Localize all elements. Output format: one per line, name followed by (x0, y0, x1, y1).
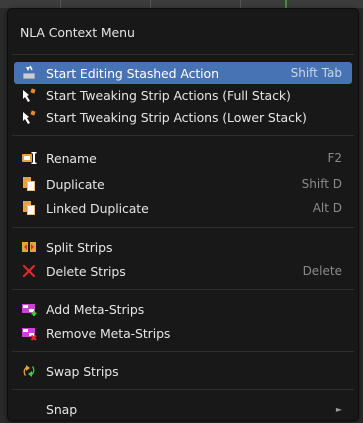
menu-item-label: Delete Strips (46, 263, 126, 279)
menu-item-remove-meta-strips[interactable]: Remove Meta-Strips (14, 322, 352, 344)
editor-background-strip (0, 0, 363, 8)
duplicate-icon (21, 200, 37, 216)
menu-item-start-editing-stashed-action[interactable]: Start Editing Stashed Action Shift Tab (14, 62, 352, 84)
menu-item-label: Swap Strips (46, 363, 119, 379)
menu-item-label: Add Meta-Strips (46, 301, 145, 317)
menu-item-duplicate[interactable]: Duplicate Shift D (14, 173, 352, 195)
menu-item-label: Linked Duplicate (46, 200, 149, 216)
menu-item-label: Start Tweaking Strip Actions (Lower Stac… (46, 109, 307, 125)
stashed-action-icon (21, 65, 37, 81)
menu-item-label: Snap (46, 401, 78, 417)
add-meta-strip-icon (21, 301, 37, 317)
menu-item-label: Split Strips (46, 239, 113, 255)
menu-separator (12, 351, 354, 352)
menu-title: NLA Context Menu (20, 25, 135, 40)
editor-grid-line (60, 0, 61, 8)
menu-item-swap-strips[interactable]: Swap Strips (14, 360, 352, 382)
tweak-strip-icon (21, 109, 37, 125)
menu-item-add-meta-strips[interactable]: Add Meta-Strips (14, 298, 352, 320)
menu-item-label: Remove Meta-Strips (46, 325, 171, 341)
menu-item-rename[interactable]: Rename F2 (14, 147, 352, 169)
menu-separator (12, 135, 354, 136)
editor-grid-line (150, 0, 151, 8)
menu-separator (12, 227, 354, 228)
menu-item-label: Start Editing Stashed Action (46, 65, 219, 81)
menu-item-shortcut: Shift Tab (290, 66, 342, 80)
rename-icon (21, 150, 37, 166)
menu-separator (12, 289, 354, 290)
menu-item-start-tweaking-full-stack[interactable]: Start Tweaking Strip Actions (Full Stack… (14, 84, 352, 106)
menu-separator (12, 54, 354, 55)
tweak-strip-icon (21, 87, 37, 103)
delete-x-icon (21, 263, 37, 279)
split-icon (21, 239, 37, 255)
menu-item-snap-submenu[interactable]: Snap ► (14, 398, 352, 420)
duplicate-icon (21, 176, 37, 192)
menu-item-shortcut: F2 (327, 151, 342, 165)
menu-item-shortcut: Alt D (312, 201, 342, 215)
menu-item-label: Duplicate (46, 176, 105, 192)
nla-context-menu: NLA Context Menu Start Editing Stashed A… (7, 8, 359, 421)
menu-item-label: Start Tweaking Strip Actions (Full Stack… (46, 87, 291, 103)
swap-icon (21, 363, 37, 379)
menu-separator (12, 389, 354, 390)
menu-item-start-tweaking-lower-stack[interactable]: Start Tweaking Strip Actions (Lower Stac… (14, 106, 352, 128)
empty-icon-slot (21, 401, 37, 417)
menu-item-label: Rename (46, 150, 97, 166)
menu-item-shortcut: Shift D (301, 177, 342, 191)
menu-item-delete-strips[interactable]: Delete Strips Delete (14, 260, 352, 282)
editor-grid-line (240, 0, 241, 8)
menu-item-shortcut: Delete (302, 264, 342, 278)
remove-meta-strip-icon (21, 325, 37, 341)
playhead-line (285, 0, 287, 8)
menu-item-linked-duplicate[interactable]: Linked Duplicate Alt D (14, 197, 352, 219)
menu-item-split-strips[interactable]: Split Strips (14, 236, 352, 258)
submenu-arrow-icon: ► (335, 404, 342, 414)
